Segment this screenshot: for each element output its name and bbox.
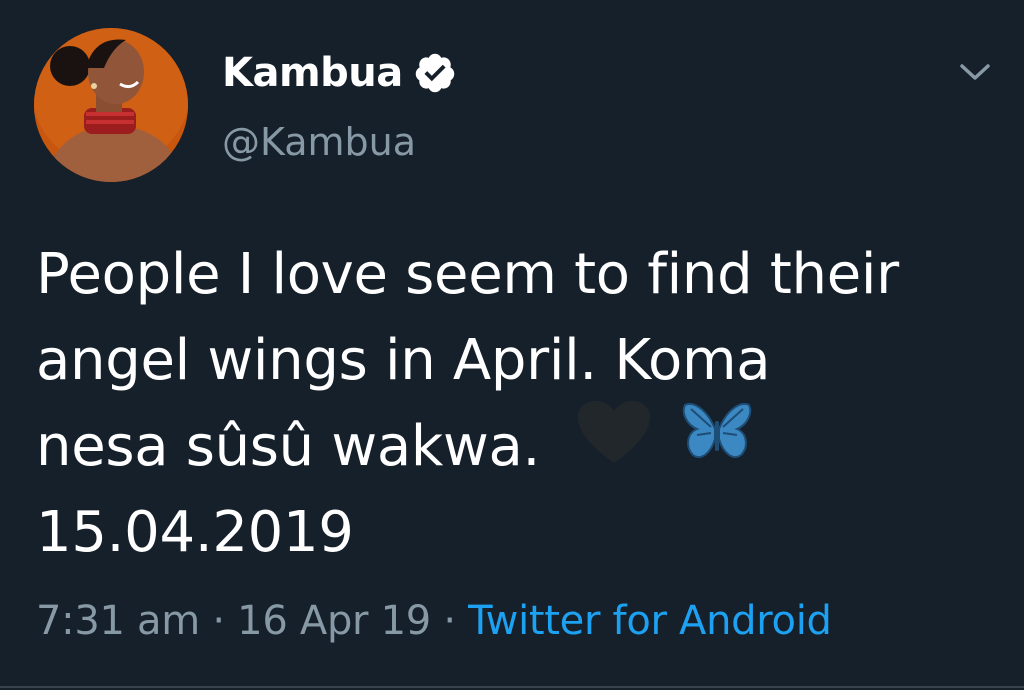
display-name[interactable]: Kambua bbox=[222, 50, 403, 96]
tweet-line: People I love seem to find their bbox=[36, 242, 899, 307]
tweet-time[interactable]: 7:31 am bbox=[36, 598, 200, 644]
tweet-line-with-emojis: nesa sûsû wakwa. bbox=[36, 401, 1006, 490]
tweet-line: 15.04.2019 bbox=[36, 500, 354, 566]
verified-badge-icon bbox=[413, 51, 457, 95]
chevron-down-icon[interactable] bbox=[956, 56, 994, 86]
tweet-line: angel wings in April. Koma bbox=[36, 328, 771, 393]
avatar[interactable] bbox=[34, 28, 188, 182]
tweet-source-link[interactable]: Twitter for Android bbox=[468, 598, 832, 644]
meta-separator: · bbox=[430, 598, 469, 644]
tweet-date[interactable]: 16 Apr 19 bbox=[237, 598, 431, 644]
butterfly-emoji bbox=[681, 399, 753, 490]
tweet-line: nesa sûsû wakwa. bbox=[36, 414, 541, 479]
black-heart-emoji bbox=[576, 399, 652, 490]
user-name-row[interactable]: Kambua bbox=[222, 48, 457, 98]
divider bbox=[0, 686, 1024, 688]
user-handle[interactable]: @Kambua bbox=[222, 120, 416, 164]
tweet-meta: 7:31 am · 16 Apr 19 · Twitter for Androi… bbox=[36, 598, 832, 644]
tweet-text: People I love seem to find their angel w… bbox=[36, 232, 1006, 576]
meta-separator: · bbox=[199, 598, 238, 644]
